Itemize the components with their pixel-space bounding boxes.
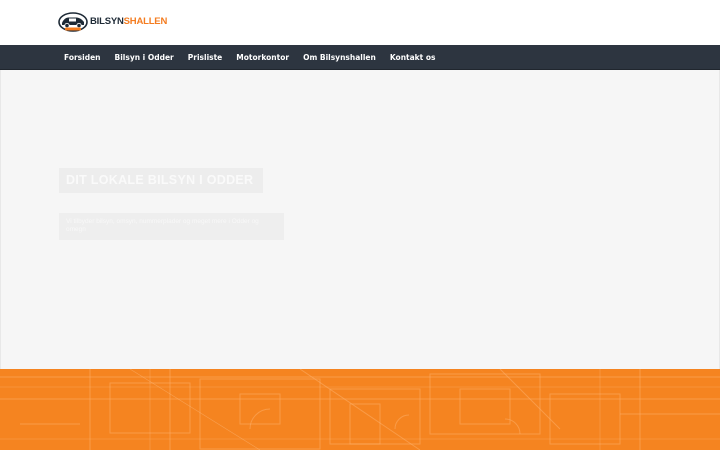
hero-subtitle: Vi tilbyder bilsyn, omsyn, nummerplader … [59,213,284,240]
nav-item-kontakt-os[interactable]: Kontakt os [383,53,443,62]
brand-name: BILSYNSHALLEN [90,17,167,27]
hero-title: DIT LOKALE BILSYN I ODDER [59,168,263,193]
nav-item-om-bilsynshallen[interactable]: Om Bilsynshallen [296,53,383,62]
car-icon [58,12,88,32]
hero-section: DIT LOKALE BILSYN I ODDER Vi tilbyder bi… [0,70,720,369]
main-nav: Forsiden Bilsyn i Odder Prisliste Motork… [0,45,720,70]
brand-name-part1: BILSYN [90,16,124,28]
brand-name-part2: SHALLEN [123,16,168,28]
site-logo[interactable]: BILSYNSHALLEN [58,11,167,33]
nav-item-prisliste[interactable]: Prisliste [181,53,230,62]
nav-item-bilsyn-i-odder[interactable]: Bilsyn i Odder [108,53,181,62]
blueprint-floorplan-graphic [0,369,720,450]
site-header: BILSYNSHALLEN [0,0,720,45]
nav-item-motorkontor[interactable]: Motorkontor [229,53,296,62]
blueprint-band [0,369,720,450]
nav-item-forsiden[interactable]: Forsiden [57,53,108,62]
